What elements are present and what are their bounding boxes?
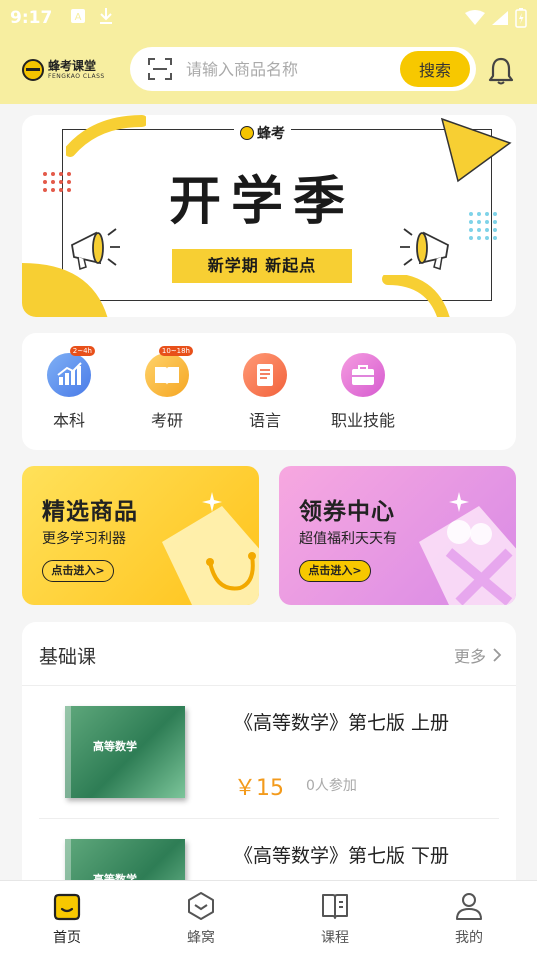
- tab-hive[interactable]: 蜂窝: [161, 891, 241, 947]
- gift-icon: [419, 492, 516, 605]
- search-input[interactable]: [186, 59, 386, 79]
- user-icon: [456, 893, 482, 920]
- tab-label: 蜂窝: [187, 930, 215, 946]
- search-bar[interactable]: 搜索: [130, 47, 476, 91]
- category-badge: 2~4h: [69, 346, 95, 356]
- tab-courses[interactable]: 课程: [295, 891, 375, 947]
- section-header: 基础课 更多: [22, 622, 516, 686]
- category-undergrad[interactable]: 2~4h 本科: [24, 346, 114, 431]
- yellow-arc-decoration: [382, 275, 450, 317]
- scan-icon[interactable]: [148, 58, 172, 80]
- bottom-tab-bar: 首页 蜂窝 课程 我的: [0, 880, 537, 956]
- more-label: 更多: [453, 647, 486, 666]
- promo-card-coupons[interactable]: 领券中心 超值福利天天有 点击进入>: [279, 466, 516, 605]
- megaphone-right-icon: [400, 228, 449, 270]
- logo-text: 蜂考课堂: [48, 59, 97, 73]
- briefcase-icon: [341, 353, 385, 397]
- enter-button[interactable]: 点击进入>: [299, 560, 371, 582]
- bee-logo-icon: [22, 59, 44, 81]
- download-icon: [98, 7, 114, 29]
- course-name: 《高等数学》第七版 上册: [234, 712, 450, 734]
- status-bar: 9:17 A: [0, 0, 537, 36]
- section-title: 基础课: [39, 646, 97, 668]
- tab-profile[interactable]: 我的: [429, 891, 509, 947]
- promo-title: 领券中心: [299, 499, 395, 525]
- blue-dots-decoration: [469, 212, 497, 240]
- banner-logo-text: 蜂考: [257, 126, 285, 142]
- category-label: 语言: [248, 411, 281, 430]
- banner-subtitle: 新学期 新起点: [172, 249, 352, 283]
- banner-logo: 蜂考: [234, 123, 291, 143]
- chart-icon: 2~4h: [47, 346, 95, 397]
- course-price: ￥15: [234, 776, 284, 801]
- app-header: 蜂考课堂 FENGKAO CLASS 搜索: [0, 36, 537, 104]
- more-link[interactable]: 更多: [454, 643, 502, 667]
- course-item[interactable]: 高等数学 《高等数学》第七版 上册 ￥15 0人参加: [39, 686, 499, 819]
- promo-subtitle: 更多学习利器: [42, 531, 126, 547]
- category-language[interactable]: 语言: [220, 353, 310, 431]
- hive-icon: [188, 892, 214, 920]
- logo-subtext: FENGKAO CLASS: [48, 73, 105, 80]
- banner-title: 开学季: [168, 171, 355, 232]
- tab-label: 我的: [455, 930, 483, 946]
- book-cover-image: 高等数学: [65, 706, 185, 798]
- course-participants: 0人参加: [306, 778, 357, 794]
- yellow-swoosh-decoration: [66, 115, 146, 157]
- category-label: 职业技能: [330, 411, 395, 430]
- notification-a-icon: A: [70, 8, 86, 28]
- triangle-decoration: [440, 117, 512, 183]
- document-icon: [243, 353, 287, 397]
- svg-text:A: A: [75, 12, 82, 23]
- basic-course-section: 基础课 更多 高等数学 《高等数学》第七版 上册 ￥15 0人参加 高等数学 《…: [22, 622, 516, 892]
- promo-subtitle: 超值福利天天有: [299, 531, 397, 547]
- book-open-icon: [322, 894, 348, 919]
- tab-home[interactable]: 首页: [27, 891, 107, 947]
- enter-button[interactable]: 点击进入>: [42, 560, 114, 582]
- promo-banner[interactable]: 蜂考 开学季 新学期 新起点: [22, 115, 516, 317]
- promo-title: 精选商品: [42, 499, 138, 525]
- megaphone-left-icon: [71, 228, 120, 270]
- tab-label: 课程: [321, 930, 349, 946]
- red-dots-decoration: [43, 172, 71, 192]
- bell-icon[interactable]: [487, 56, 515, 86]
- course-name: 《高等数学》第七版 下册: [234, 845, 450, 867]
- wifi-icon: [465, 10, 485, 25]
- search-button[interactable]: 搜索: [400, 51, 470, 87]
- chevron-right-icon: [493, 648, 502, 662]
- category-label: 本科: [52, 411, 85, 430]
- promo-card-products[interactable]: 精选商品 更多学习利器 点击进入>: [22, 466, 259, 605]
- category-badge: 10~18h: [158, 346, 193, 356]
- book-icon: 10~18h: [145, 346, 193, 397]
- category-label: 考研: [150, 411, 183, 430]
- book-cover-title: 高等数学: [93, 740, 137, 753]
- tab-label: 首页: [53, 930, 81, 946]
- app-logo: 蜂考课堂 FENGKAO CLASS: [22, 52, 106, 88]
- category-postgrad[interactable]: 10~18h 考研: [122, 346, 212, 431]
- category-grid: 2~4h 本科 10~18h 考研 语言 职业技能: [22, 333, 516, 450]
- category-vocational[interactable]: 职业技能: [318, 353, 408, 431]
- battery-icon: [515, 8, 527, 28]
- status-right: [465, 8, 527, 28]
- status-time: 9:17: [10, 8, 53, 28]
- signal-icon: [492, 11, 508, 25]
- shopping-bag-icon: [162, 492, 259, 605]
- home-icon: [53, 893, 81, 921]
